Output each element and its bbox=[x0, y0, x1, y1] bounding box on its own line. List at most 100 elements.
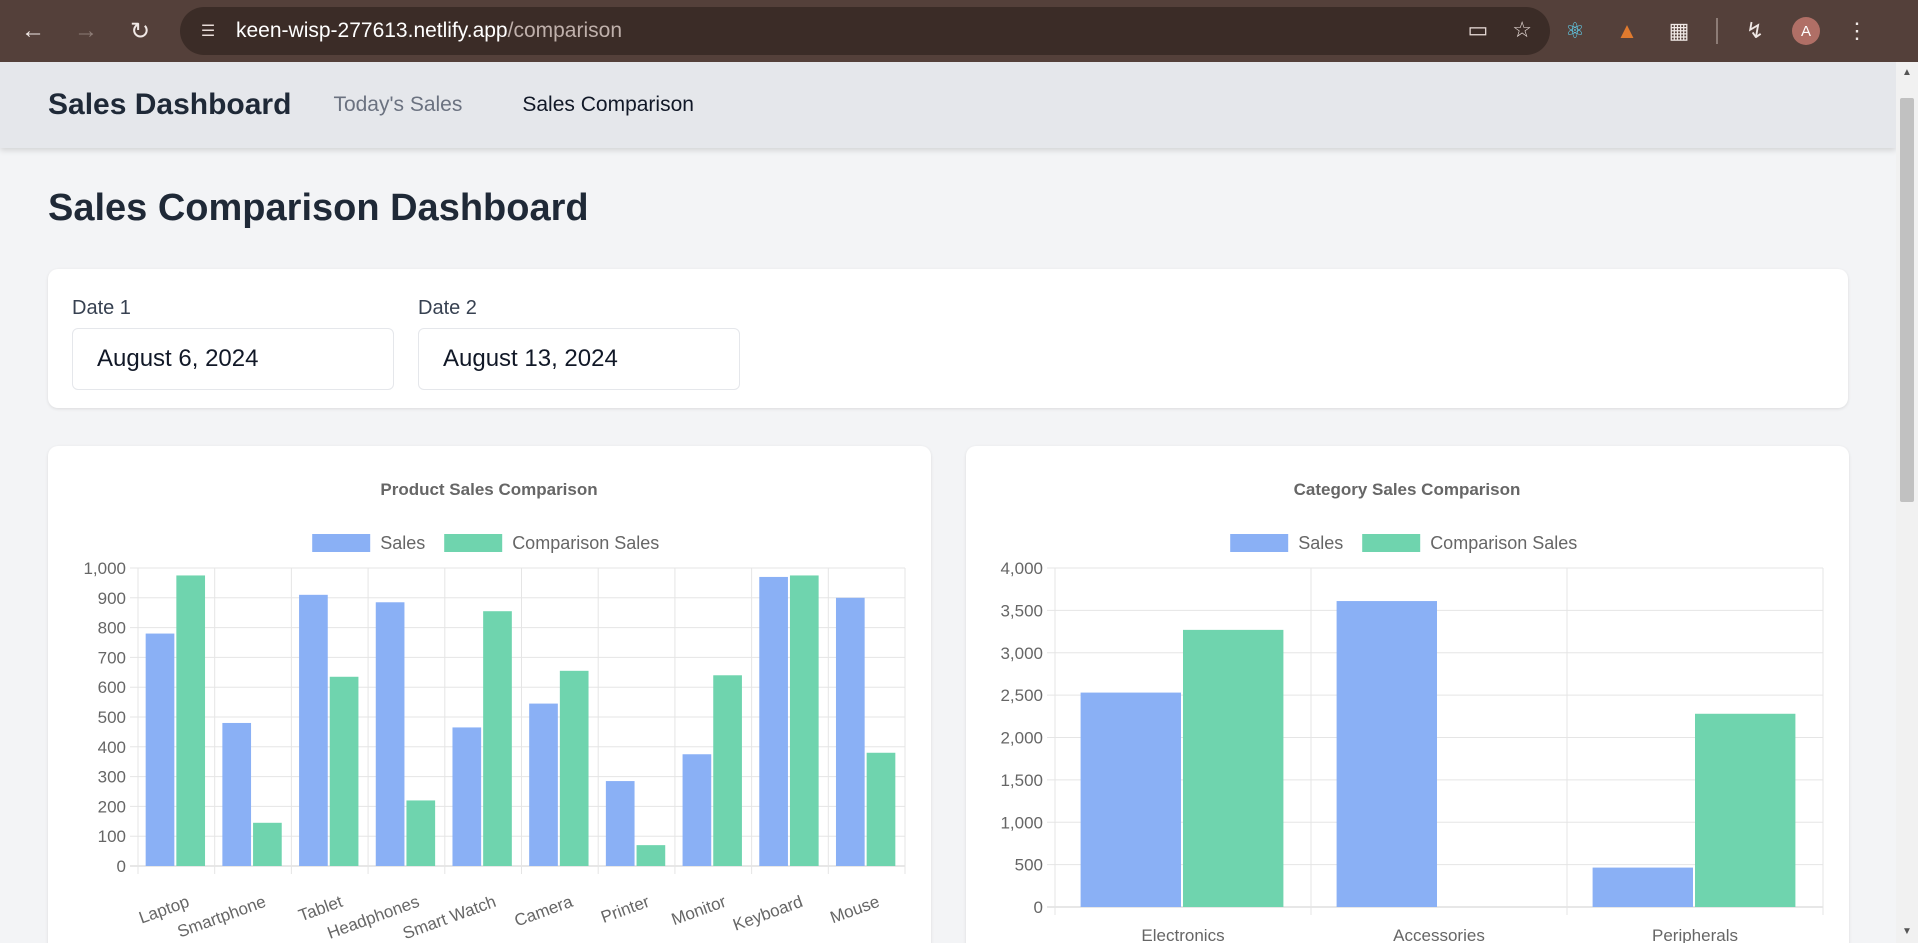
bar-smartphone-comparison-sales bbox=[253, 822, 282, 866]
y-tick-label: 900 bbox=[98, 589, 126, 608]
x-tick-label-accessories: Accessories bbox=[1393, 926, 1485, 943]
y-tick-label: 0 bbox=[117, 857, 126, 876]
legend-label-sales: Sales bbox=[380, 533, 425, 553]
bar-headphones-sales bbox=[375, 602, 405, 866]
y-tick-label: 2,000 bbox=[1000, 729, 1043, 748]
x-tick-label-keyboard: Keyboard bbox=[730, 892, 805, 935]
x-tick-label-peripherals: Peripherals bbox=[1652, 926, 1738, 943]
brand-title[interactable]: Sales Dashboard bbox=[48, 88, 291, 122]
y-tick-label: 0 bbox=[1034, 898, 1043, 917]
bar-headphones-comparison-sales bbox=[406, 800, 436, 866]
legend-swatch-comparison-sales bbox=[444, 534, 503, 552]
y-tick-label: 200 bbox=[98, 797, 126, 816]
performance-icon[interactable]: ↯ bbox=[1740, 16, 1770, 46]
bar-smartphone-sales bbox=[222, 722, 252, 866]
date1-input[interactable]: August 6, 2024 bbox=[72, 328, 394, 390]
category-sales-chart: Category Sales Comparison Sales Comparison… bbox=[1000, 480, 1824, 943]
x-tick-label-printer: Printer bbox=[598, 892, 652, 927]
date2-input[interactable]: August 13, 2024 bbox=[418, 328, 740, 390]
forward-icon[interactable]: → bbox=[64, 9, 108, 53]
y-tick-label: 3,000 bbox=[1000, 644, 1043, 663]
reload-icon[interactable]: ↻ bbox=[118, 9, 162, 53]
bar-monitor-comparison-sales bbox=[713, 675, 742, 866]
bar-monitor-sales bbox=[682, 754, 712, 866]
bar-keyboard-comparison-sales bbox=[789, 575, 819, 866]
date1-label: Date 1 bbox=[72, 297, 131, 319]
y-tick-label: 100 bbox=[98, 827, 126, 846]
y-tick-label: 3,500 bbox=[1000, 601, 1043, 620]
product-chart-card: Product Sales Comparison Sales Comparison … bbox=[48, 446, 931, 943]
install-app-icon[interactable]: ▭ bbox=[1467, 17, 1488, 43]
legend-label-sales: Sales bbox=[1298, 533, 1343, 553]
y-tick-label: 500 bbox=[98, 708, 126, 727]
y-tick-label: 700 bbox=[98, 648, 126, 667]
bar-tablet-comparison-sales bbox=[329, 676, 359, 866]
chart-title: Product Sales Comparison bbox=[380, 480, 597, 499]
chart-title: Category Sales Comparison bbox=[1294, 480, 1521, 499]
legend-label-comparison-sales: Comparison Sales bbox=[1430, 533, 1577, 553]
page-viewport: Sales Dashboard Today's Sales Sales Comp… bbox=[0, 62, 1896, 943]
browser-toolbar: ← → ↻ ☰ keen-wisp-277613.netlify.app/com… bbox=[0, 0, 1918, 62]
nav-link-todays-sales[interactable]: Today's Sales bbox=[333, 93, 462, 117]
x-tick-label-electronics: Electronics bbox=[1141, 926, 1224, 943]
bar-tablet-sales bbox=[299, 594, 328, 866]
menu-kebab-icon[interactable]: ⋮ bbox=[1842, 16, 1872, 46]
date-selector-card: Date 1 August 6, 2024 Date 2 August 13, … bbox=[48, 269, 1848, 408]
y-tick-label: 1,000 bbox=[1000, 813, 1043, 832]
nav-link-sales-comparison[interactable]: Sales Comparison bbox=[522, 93, 694, 117]
bar-printer-comparison-sales bbox=[636, 845, 666, 866]
legend-swatch-sales bbox=[312, 534, 371, 552]
bar-peripherals-comparison-sales bbox=[1695, 713, 1796, 907]
bar-laptop-sales bbox=[145, 633, 175, 866]
bar-smart-watch-sales bbox=[452, 727, 482, 866]
bar-mouse-sales bbox=[835, 597, 865, 866]
bar-printer-sales bbox=[605, 781, 635, 866]
scroll-thumb[interactable] bbox=[1900, 98, 1914, 502]
legend-label-comparison-sales: Comparison Sales bbox=[512, 533, 659, 553]
y-tick-label: 500 bbox=[1015, 856, 1043, 875]
date2-label: Date 2 bbox=[418, 297, 477, 319]
site-info-icon[interactable]: ☰ bbox=[196, 19, 220, 43]
bar-electronics-sales bbox=[1080, 692, 1181, 907]
y-tick-label: 4,000 bbox=[1000, 559, 1043, 578]
y-tick-label: 600 bbox=[98, 678, 126, 697]
scroll-up-icon[interactable]: ▲ bbox=[1900, 66, 1914, 80]
avatar[interactable]: A bbox=[1792, 17, 1820, 45]
y-tick-label: 400 bbox=[98, 738, 126, 757]
y-tick-label: 1,000 bbox=[83, 559, 126, 578]
x-tick-label-mouse: Mouse bbox=[828, 892, 882, 927]
back-icon[interactable]: ← bbox=[11, 9, 55, 53]
page-scrollbar[interactable]: ▲ ▼ bbox=[1896, 62, 1918, 943]
product-sales-chart: Product Sales Comparison Sales Comparison … bbox=[83, 480, 906, 943]
x-tick-label-smartphone: Smartphone bbox=[175, 892, 269, 942]
x-tick-label-monitor: Monitor bbox=[669, 892, 729, 929]
bookmark-star-icon[interactable]: ☆ bbox=[1512, 17, 1532, 43]
bar-electronics-comparison-sales bbox=[1183, 629, 1284, 907]
react-devtools-icon[interactable]: ⚛ bbox=[1560, 16, 1590, 46]
page-title: Sales Comparison Dashboard bbox=[48, 187, 589, 229]
y-tick-label: 300 bbox=[98, 768, 126, 787]
url-text[interactable]: keen-wisp-277613.netlify.app/comparison bbox=[236, 19, 622, 43]
chart-legend: Sales Comparison Sales bbox=[312, 533, 659, 553]
address-bar[interactable]: ☰ keen-wisp-277613.netlify.app/compariso… bbox=[180, 7, 1550, 55]
extension-icon[interactable]: ▲ bbox=[1612, 16, 1642, 46]
top-navigation: Sales Dashboard Today's Sales Sales Comp… bbox=[0, 62, 1896, 148]
legend-swatch-comparison-sales bbox=[1362, 534, 1421, 552]
bar-camera-sales bbox=[529, 703, 558, 866]
bar-mouse-comparison-sales bbox=[866, 752, 896, 866]
bar-camera-comparison-sales bbox=[559, 670, 589, 866]
bar-peripherals-sales bbox=[1592, 867, 1693, 907]
legend-swatch-sales bbox=[1230, 534, 1289, 552]
bar-smart-watch-comparison-sales bbox=[483, 611, 512, 866]
y-tick-label: 2,500 bbox=[1000, 686, 1043, 705]
extensions-puzzle-icon[interactable]: ▦ bbox=[1664, 16, 1694, 46]
bar-accessories-sales bbox=[1336, 601, 1437, 907]
chart-legend: Sales Comparison Sales bbox=[1230, 533, 1577, 553]
x-tick-label-camera: Camera bbox=[512, 892, 576, 931]
scroll-down-icon[interactable]: ▼ bbox=[1900, 925, 1914, 939]
y-tick-label: 800 bbox=[98, 619, 126, 638]
bar-laptop-comparison-sales bbox=[176, 575, 206, 866]
y-tick-label: 1,500 bbox=[1000, 771, 1043, 790]
bar-keyboard-sales bbox=[759, 576, 788, 866]
category-chart-card: Category Sales Comparison Sales Comparison… bbox=[966, 446, 1849, 943]
